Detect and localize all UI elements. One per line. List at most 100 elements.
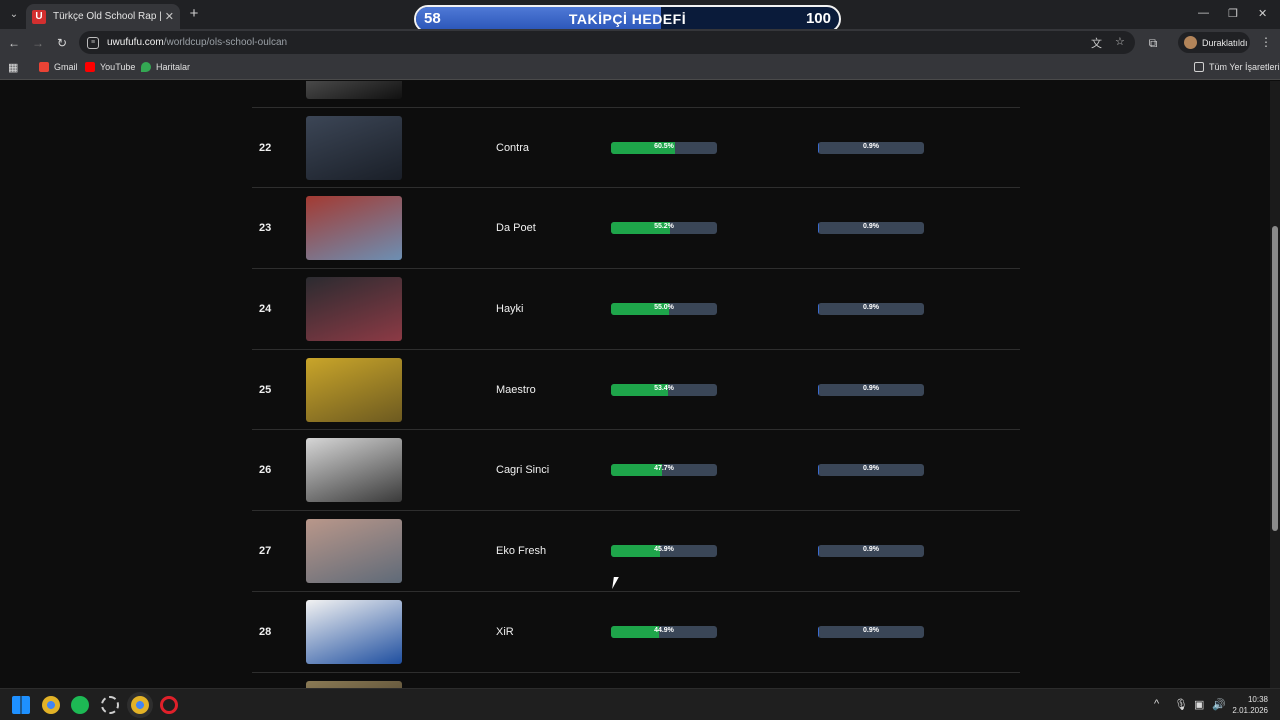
win-rate-bar: 47.7%	[611, 464, 717, 477]
bookmarks-bar: ▦ Gmail YouTube Haritalar Tüm Yer İşaret…	[0, 56, 1280, 80]
spotify-icon[interactable]	[71, 696, 89, 714]
table-row: 27 Eko Fresh 45.9% 0.9%	[252, 511, 1020, 592]
chrome-icon[interactable]	[42, 696, 60, 714]
table-row: 26 Cagri Sinci 47.7% 0.9%	[252, 430, 1020, 512]
all-bookmarks[interactable]: Tüm Yer İşaretleri	[1194, 62, 1280, 72]
bookmark-maps[interactable]: Haritalar	[141, 62, 190, 72]
championship-rate-label: 0.9%	[863, 546, 879, 554]
win-rate-label: 60.5%	[654, 142, 674, 150]
translate-icon[interactable]: 文	[1091, 35, 1102, 51]
reload-icon[interactable]: ↻	[53, 34, 71, 52]
win-rate-label: 55.0%	[654, 304, 674, 312]
contestant-thumbnail[interactable]	[306, 81, 402, 99]
browser-menu-icon[interactable]: ⋮	[1260, 35, 1272, 49]
bookmark-star-icon[interactable]: ☆	[1115, 35, 1125, 48]
championship-rate-label: 0.9%	[863, 142, 879, 150]
win-rate-bar: 45.9%	[611, 545, 717, 558]
site-info-icon[interactable]: ≡	[87, 36, 99, 49]
goal-title: TAKİPÇİ HEDEFİ	[568, 11, 687, 27]
contestant-thumbnail[interactable]	[306, 196, 402, 261]
forward-icon[interactable]: →	[29, 34, 47, 52]
volume-icon[interactable]: 🔊	[1212, 698, 1226, 711]
url-path: /worldcup/ols-school-oulcan	[163, 37, 288, 48]
system-clock[interactable]: 10:38 2.01.2026	[1232, 694, 1268, 716]
rank-number: 28	[259, 625, 272, 638]
windows-taskbar: ^ 🎙 ▣ 🔊 10:38 2.01.2026	[0, 688, 1280, 720]
rank-number: 25	[259, 383, 272, 396]
close-window-icon[interactable]: ✕	[1258, 7, 1267, 20]
contestant-thumbnail[interactable]	[306, 357, 402, 422]
win-rate-bar: 55.2%	[611, 222, 717, 235]
url-host: uwufufu.com	[107, 37, 164, 48]
contestant-name: Contra	[496, 141, 530, 154]
contestant-name: XiR	[496, 625, 514, 638]
scrollbar-thumb[interactable]	[1272, 226, 1278, 531]
championship-rate-bar: 0.9%	[818, 303, 924, 316]
contestant-name: Maestro	[496, 383, 536, 396]
tab-search-button[interactable]: ⌄	[6, 6, 22, 22]
browser-tab[interactable]: U Türkçe Old School Rap | UwUFUFU ✕	[26, 4, 180, 29]
bookmark-youtube[interactable]: YouTube	[85, 62, 135, 72]
profile-status: Duraklatıldı	[1202, 37, 1248, 48]
chrome-active-icon[interactable]	[131, 696, 149, 714]
rank-number: 26	[259, 464, 272, 477]
contestant-name: Cagri Sinci	[496, 464, 550, 477]
win-rate-bar: 53.4%	[611, 383, 717, 396]
site-favicon-icon: U	[32, 9, 46, 24]
close-tab-icon[interactable]: ✕	[165, 10, 174, 23]
clock-time: 10:38	[1247, 695, 1268, 704]
rank-number: 24	[259, 303, 272, 316]
page-content: 22 Contra 60.5% 0.9% 23 Da Poet 55.2% 0.…	[0, 81, 1270, 688]
championship-rate-bar: 0.9%	[818, 625, 924, 638]
apps-grid-icon[interactable]: ▦	[8, 61, 18, 74]
championship-rate-label: 0.9%	[863, 465, 879, 473]
rank-number: 22	[259, 141, 272, 154]
clock-date: 2.01.2026	[1232, 706, 1268, 715]
gmail-icon	[39, 62, 49, 72]
tray-overflow-icon[interactable]: ^	[1154, 698, 1159, 710]
championship-rate-label: 0.9%	[863, 223, 879, 231]
win-rate-bar: 44.9%	[611, 625, 717, 638]
contestant-thumbnail[interactable]	[306, 599, 402, 664]
start-icon[interactable]	[12, 696, 30, 714]
maps-icon	[141, 62, 151, 72]
win-rate-label: 53.4%	[654, 384, 674, 392]
new-tab-button[interactable]: +	[186, 6, 202, 22]
tab-title: Türkçe Old School Rap | UwUFUFU	[53, 11, 161, 22]
extensions-icon[interactable]: ⧉	[1144, 34, 1162, 52]
contestant-thumbnail[interactable]	[306, 277, 402, 342]
table-row	[252, 673, 1020, 688]
app-icon[interactable]	[101, 696, 119, 714]
win-rate-bar: 60.5%	[611, 141, 717, 154]
championship-rate-label: 0.9%	[863, 626, 879, 634]
network-icon[interactable]: ▣	[1194, 698, 1204, 711]
championship-rate-label: 0.9%	[863, 304, 879, 312]
contestant-thumbnail[interactable]	[306, 519, 402, 584]
profile-avatar	[1184, 36, 1197, 49]
win-rate-label: 47.7%	[654, 465, 674, 473]
win-rate-bar: 55.0%	[611, 303, 717, 316]
contestant-thumbnail[interactable]	[306, 115, 402, 180]
bookmark-gmail[interactable]: Gmail	[39, 62, 78, 72]
microphone-icon[interactable]: 🎙	[1174, 698, 1188, 711]
folder-icon	[1194, 62, 1204, 72]
opera-icon[interactable]	[160, 696, 178, 714]
championship-rate-bar: 0.9%	[818, 545, 924, 558]
table-row: 22 Contra 60.5% 0.9%	[252, 108, 1020, 189]
championship-rate-label: 0.9%	[863, 384, 879, 392]
rank-number: 27	[259, 545, 272, 558]
restore-icon[interactable]: ❐	[1228, 7, 1238, 20]
championship-rate-bar: 0.9%	[818, 141, 924, 154]
minimize-icon[interactable]: —	[1198, 7, 1209, 19]
back-icon[interactable]: ←	[5, 34, 23, 52]
profile-button[interactable]: Duraklatıldı	[1178, 32, 1250, 53]
contestant-thumbnail[interactable]	[306, 680, 402, 688]
address-bar[interactable]: ≡ uwufufu.com/worldcup/ols-school-oulcan…	[79, 31, 1135, 54]
mouse-cursor	[612, 577, 624, 589]
rank-number: 23	[259, 222, 272, 235]
table-row: 24 Hayki 55.0% 0.9%	[252, 269, 1020, 350]
page-scrollbar[interactable]	[1270, 81, 1280, 688]
contestant-thumbnail[interactable]	[306, 438, 402, 503]
championship-rate-bar: 0.9%	[818, 383, 924, 396]
ranking-table: 22 Contra 60.5% 0.9% 23 Da Poet 55.2% 0.…	[252, 81, 1020, 688]
